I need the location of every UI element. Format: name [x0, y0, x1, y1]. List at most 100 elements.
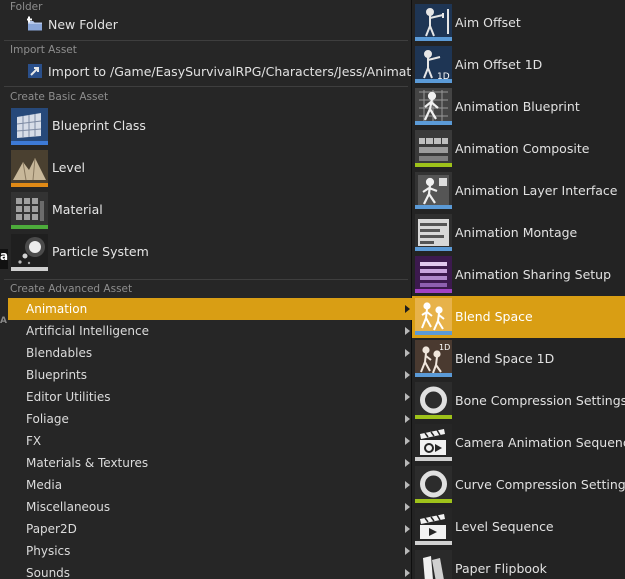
divider: [4, 279, 408, 280]
asset-type-bar: [415, 457, 452, 461]
submenu-item-level-sequence[interactable]: Level Sequence: [412, 506, 625, 548]
import-label: Import to /Game/EasySurvivalRPG/Characte…: [48, 63, 449, 79]
asset-type-bar: [11, 225, 48, 229]
submenu-item-label: Blend Space: [455, 309, 533, 324]
submenu-item-curve-compression-settings[interactable]: Curve Compression Settings: [412, 464, 625, 506]
asset-type-bar: [11, 183, 48, 187]
submenu-item-aim-offset[interactable]: Aim Offset: [412, 2, 625, 44]
submenu-item-blend-space-1d[interactable]: 1D Blend Space 1D: [412, 338, 625, 380]
submenu-item-label: Animation Sharing Setup: [455, 267, 612, 282]
badge-1d: 1D: [439, 343, 450, 352]
asset-type-bar: [415, 415, 452, 419]
submenu-item-animation-sharing-setup[interactable]: Animation Sharing Setup: [412, 254, 625, 296]
chevron-right-icon: [405, 547, 410, 555]
divider: [4, 40, 408, 41]
chevron-right-icon: [405, 569, 410, 577]
submenu-item-paper-flipbook[interactable]: Paper Flipbook: [412, 548, 625, 579]
category-sounds[interactable]: Sounds: [8, 562, 412, 579]
submenu-item-label: Animation Montage: [455, 225, 578, 240]
blueprint-class-label: Blueprint Class: [52, 118, 146, 133]
particle-system-icon: [11, 234, 48, 271]
blend-space-icon: [415, 298, 452, 335]
level-label: Level: [52, 160, 85, 175]
content-browser-context-menu: Folder New Folder Import Asset Import to…: [0, 0, 625, 579]
animation-montage-icon: [415, 214, 452, 251]
category-label: Paper2D: [26, 522, 77, 536]
animation-submenu: Aim Offset 1D Aim Offset 1D Animation Bl…: [412, 0, 625, 579]
category-blueprints[interactable]: Blueprints: [8, 364, 412, 386]
curve-compression-icon: [415, 466, 452, 503]
section-header-advanced: Create Advanced Asset: [10, 283, 133, 295]
chevron-right-icon: [405, 503, 410, 511]
category-foliage[interactable]: Foliage: [8, 408, 412, 430]
import-asset-item[interactable]: Import to /Game/EasySurvivalRPG/Characte…: [0, 60, 449, 82]
category-artificial-intelligence[interactable]: Artificial Intelligence: [8, 320, 412, 342]
chevron-right-icon: [405, 349, 410, 357]
import-icon: [27, 63, 43, 79]
category-label: Artificial Intelligence: [26, 324, 149, 338]
blueprint-class-item[interactable]: Blueprint Class: [0, 106, 412, 148]
category-label: Materials & Textures: [26, 456, 149, 470]
particle-system-label: Particle System: [52, 244, 149, 259]
asset-type-bar: [415, 373, 452, 377]
fragment-text: a: [0, 249, 9, 263]
asset-type-bar: [415, 499, 452, 503]
submenu-item-label: Aim Offset 1D: [455, 57, 543, 72]
category-label: Blueprints: [26, 368, 88, 382]
new-folder-icon: [27, 16, 43, 32]
chevron-right-icon: [405, 525, 410, 533]
chevron-right-icon: [405, 459, 410, 467]
chevron-right-icon: [405, 415, 410, 423]
level-sequence-icon: [415, 508, 452, 545]
category-miscellaneous[interactable]: Miscellaneous: [8, 496, 412, 518]
category-media[interactable]: Media: [8, 474, 412, 496]
category-label: Animation: [26, 302, 88, 316]
submenu-item-animation-blueprint[interactable]: Animation Blueprint: [412, 86, 625, 128]
chevron-right-icon: [405, 305, 410, 313]
category-physics[interactable]: Physics: [8, 540, 412, 562]
chevron-right-icon: [405, 393, 410, 401]
submenu-item-label: Bone Compression Settings: [455, 393, 625, 408]
chevron-right-icon: [405, 327, 410, 335]
asset-type-bar: [415, 37, 452, 41]
asset-type-bar: [415, 247, 452, 251]
category-materials-textures[interactable]: Materials & Textures: [8, 452, 412, 474]
asset-type-bar: [415, 121, 452, 125]
submenu-item-aim-offset-1d[interactable]: 1D Aim Offset 1D: [412, 44, 625, 86]
bone-compression-icon: [415, 382, 452, 419]
category-editor-utilities[interactable]: Editor Utilities: [8, 386, 412, 408]
category-paper2d[interactable]: Paper2D: [8, 518, 412, 540]
asset-type-bar: [415, 79, 452, 83]
submenu-item-label: Aim Offset: [455, 15, 521, 30]
blueprint-class-icon: [11, 108, 48, 145]
aim-offset-1d-icon: 1D: [415, 46, 452, 83]
level-icon: [11, 150, 48, 187]
paper-flipbook-icon: [415, 550, 452, 579]
asset-type-bar: [415, 205, 452, 209]
material-item[interactable]: Material: [0, 190, 412, 232]
category-blendables[interactable]: Blendables: [8, 342, 412, 364]
divider: [4, 86, 408, 87]
level-item[interactable]: Level: [0, 148, 412, 190]
category-fx[interactable]: FX: [8, 430, 412, 452]
chevron-right-icon: [405, 437, 410, 445]
category-animation[interactable]: Animation: [8, 298, 412, 320]
submenu-item-label: Blend Space 1D: [455, 351, 555, 366]
section-header-import: Import Asset: [10, 44, 77, 56]
submenu-item-animation-layer-interface[interactable]: Animation Layer Interface: [412, 170, 625, 212]
submenu-item-label: Animation Blueprint: [455, 99, 580, 114]
submenu-item-animation-composite[interactable]: Animation Composite: [412, 128, 625, 170]
new-folder-label: New Folder: [48, 16, 118, 32]
animation-layer-interface-icon: [415, 172, 452, 209]
submenu-item-camera-animation-sequence[interactable]: Camera Animation Sequence: [412, 422, 625, 464]
particle-system-item[interactable]: Particle System: [0, 232, 412, 274]
submenu-item-animation-montage[interactable]: Animation Montage: [412, 212, 625, 254]
submenu-item-bone-compression-settings[interactable]: Bone Compression Settings: [412, 380, 625, 422]
new-folder-item[interactable]: New Folder: [0, 13, 412, 35]
background-editor-fragment: A: [0, 316, 8, 328]
submenu-item-blend-space[interactable]: Blend Space: [412, 296, 625, 338]
asset-type-bar: [415, 541, 452, 545]
camera-animation-icon: [415, 424, 452, 461]
asset-type-bar: [415, 331, 452, 335]
submenu-item-label: Animation Layer Interface: [455, 183, 618, 198]
